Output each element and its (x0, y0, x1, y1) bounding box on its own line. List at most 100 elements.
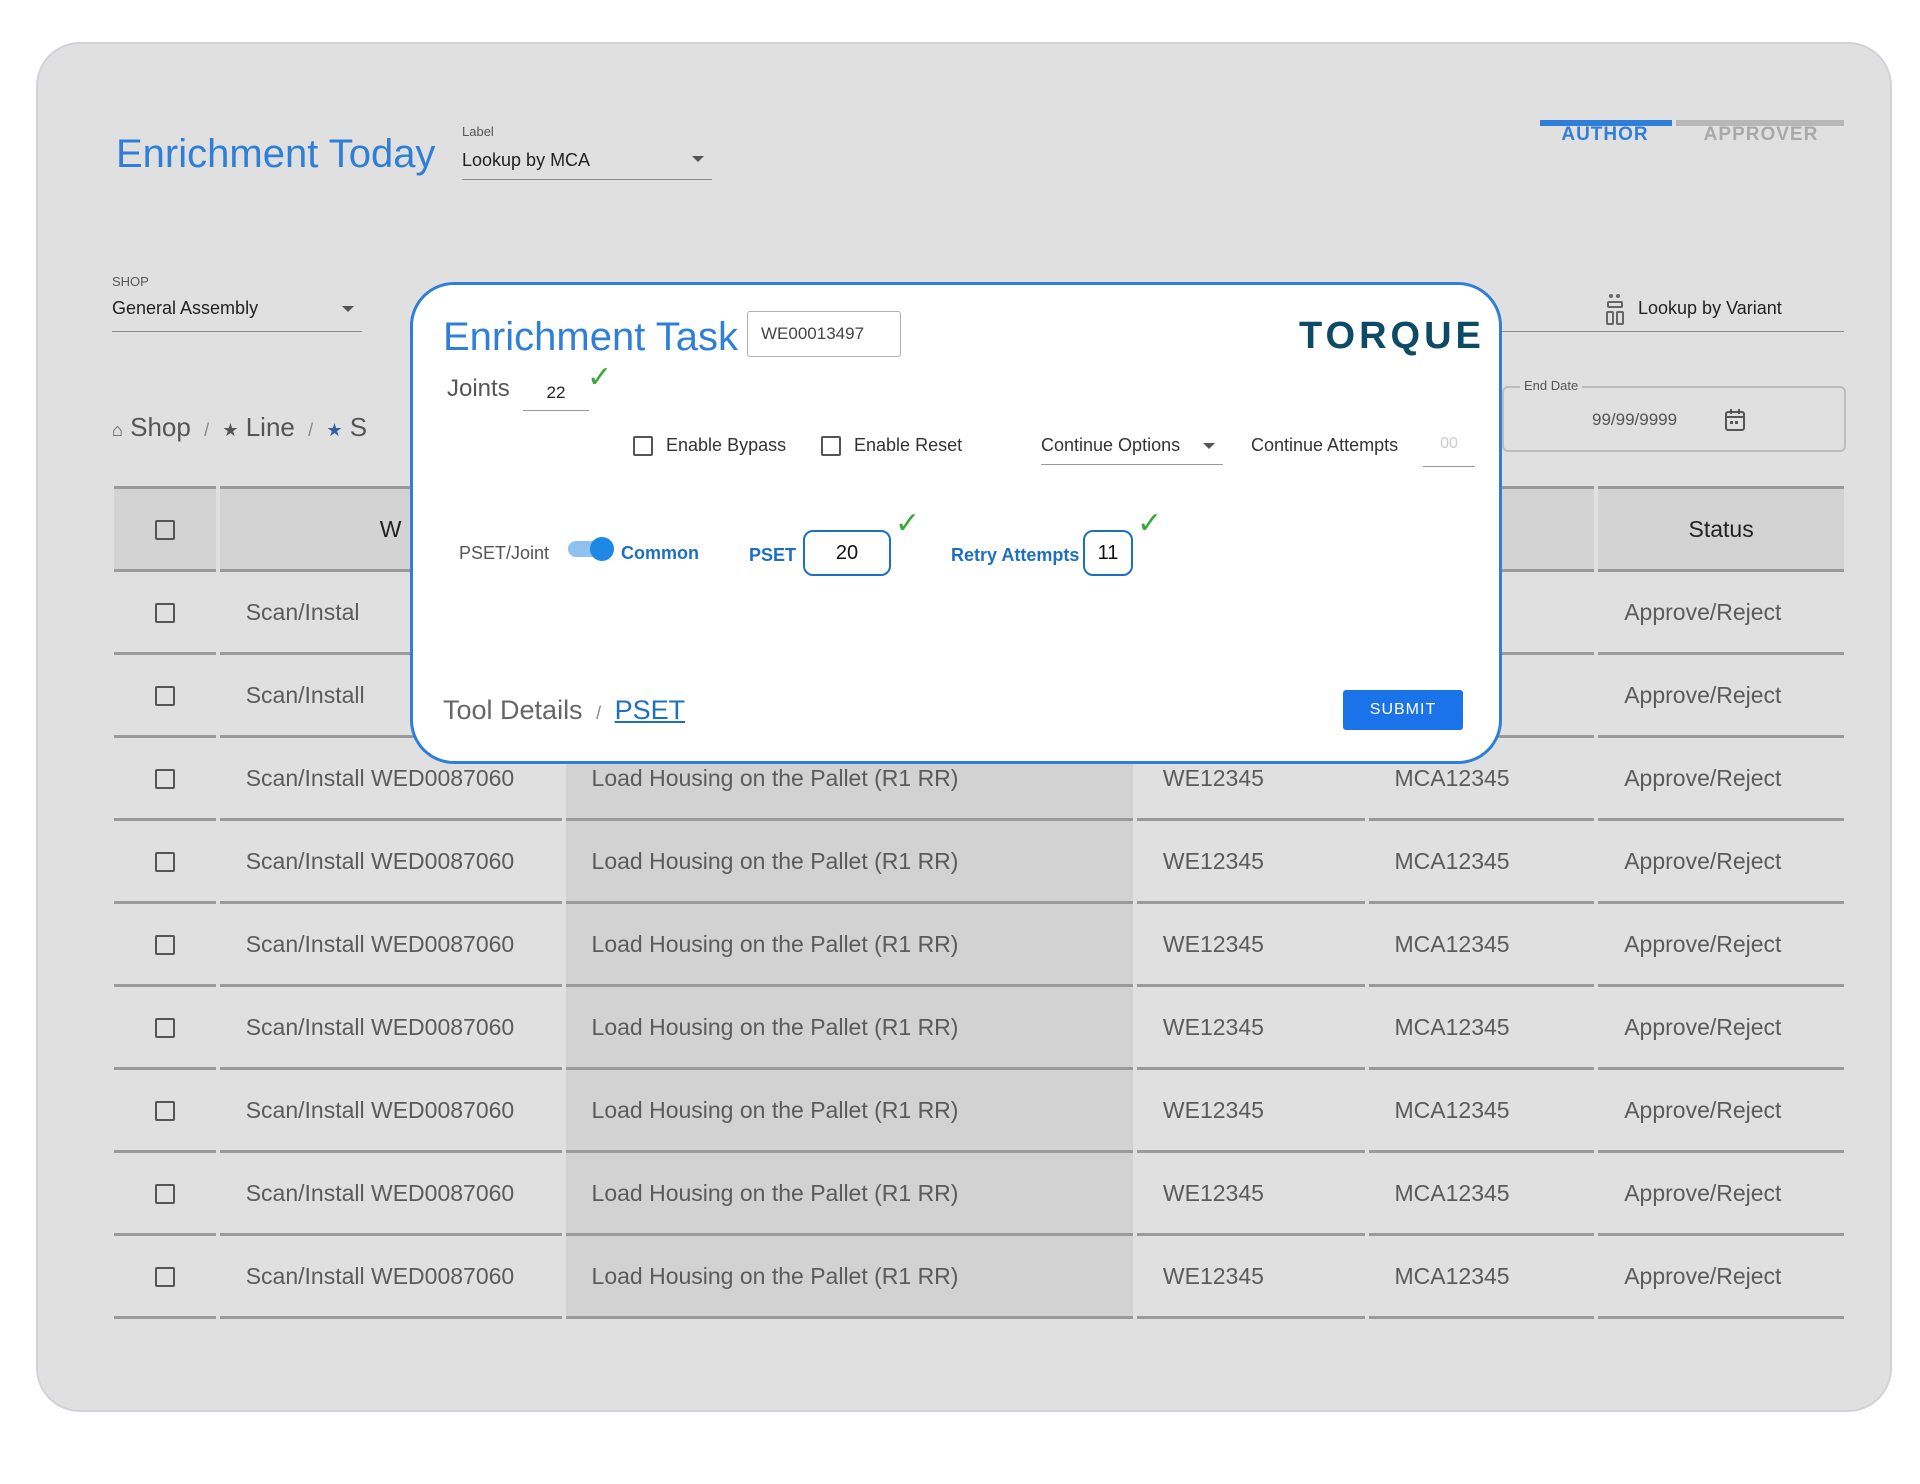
table-row[interactable]: Scan/Install WED0087060 Load Housing on t… (114, 819, 1848, 904)
status-cell[interactable]: Approve/Reject (1596, 1234, 1848, 1319)
breadcrumb-line[interactable]: Line (246, 412, 295, 442)
end-date-label: End Date (1520, 378, 1583, 393)
row-select-cell (114, 1068, 220, 1153)
home-icon: ⌂ (112, 420, 123, 440)
pset-link[interactable]: PSET (615, 695, 686, 725)
operation-cell: Scan/Install WED0087060 (217, 1234, 566, 1319)
enable-reset-option[interactable]: Enable Reset (821, 435, 963, 457)
continue-options-select[interactable]: Continue Options (1041, 423, 1223, 465)
description-cell: Load Housing on the Pallet (R1 RR) (563, 1068, 1137, 1153)
description-cell: Load Housing on the Pallet (R1 RR) (563, 985, 1137, 1070)
label-select-caption: Label (462, 124, 494, 139)
table-row[interactable]: Scan/Install WED0087060 Load Housing on t… (114, 1151, 1848, 1236)
table-row[interactable]: Scan/Install WED0087060 Load Housing on t… (114, 1234, 1848, 1319)
status-cell[interactable]: Approve/Reject (1596, 1151, 1848, 1236)
pset-joint-label: PSET/Joint (459, 543, 550, 563)
continue-attempts-label: Continue Attempts (1251, 435, 1399, 455)
row-select-cell (114, 570, 220, 655)
we-cell: WE12345 (1134, 1234, 1369, 1319)
status-cell[interactable]: Approve/Reject (1596, 736, 1848, 821)
select-all-checkbox[interactable] (154, 520, 175, 541)
operation-cell: Scan/Install WED0087060 (217, 1068, 566, 1153)
status-cell[interactable]: Approve/Reject (1596, 819, 1848, 904)
table-row[interactable]: Scan/Install WED0087060 Load Housing on t… (114, 1068, 1848, 1153)
shop-value: General Assembly (112, 298, 259, 318)
tab-author-indicator (1540, 120, 1672, 126)
row-checkbox[interactable] (154, 852, 175, 873)
joints-label: Joints (447, 375, 510, 402)
toggle-knob (590, 537, 614, 561)
star-icon: ★ (222, 420, 239, 440)
row-checkbox[interactable] (154, 1267, 175, 1288)
submit-button[interactable]: SUBMIT (1343, 690, 1463, 730)
dialog-breadcrumb: Tool Details / PSET (443, 695, 685, 726)
row-checkbox[interactable] (154, 935, 175, 956)
select-all-cell (114, 486, 220, 572)
mca-cell: MCA12345 (1366, 902, 1599, 987)
row-select-cell (114, 902, 220, 987)
retry-attempts-label: Retry Attempts (951, 545, 1080, 565)
tool-details-crumb[interactable]: Tool Details (443, 695, 583, 725)
enable-reset-label: Enable Reset (854, 435, 963, 455)
description-cell: Load Housing on the Pallet (R1 RR) (563, 1234, 1137, 1319)
dialog-title: Enrichment Task (443, 315, 738, 359)
calendar-icon[interactable] (1724, 408, 1746, 432)
check-icon: ✓ (1137, 507, 1163, 540)
continue-attempts-input[interactable]: 00 (1423, 425, 1475, 467)
table-row[interactable]: Scan/Install WED0087060 Load Housing on t… (114, 985, 1848, 1070)
app-window: Enrichment Today Label Lookup by MCA AUT… (36, 42, 1892, 1412)
table-row[interactable]: Scan/Install WED0087060 Load Housing on t… (114, 902, 1848, 987)
description-cell: Load Housing on the Pallet (R1 RR) (563, 902, 1137, 987)
row-checkbox[interactable] (154, 603, 175, 624)
end-date-field[interactable]: End Date 99/99/9999 (1502, 378, 1846, 452)
enable-reset-checkbox[interactable] (821, 436, 841, 457)
mca-cell: MCA12345 (1366, 819, 1599, 904)
variant-icon (1606, 294, 1624, 325)
status-cell[interactable]: Approve/Reject (1596, 1068, 1848, 1153)
row-checkbox[interactable] (154, 1184, 175, 1205)
pset-input[interactable]: 20 (803, 530, 891, 576)
operation-cell: Scan/Install WED0087060 (217, 902, 566, 987)
shop-select[interactable]: SHOP General Assembly (112, 274, 362, 332)
status-cell[interactable]: Approve/Reject (1596, 570, 1848, 655)
row-select-cell (114, 819, 220, 904)
breadcrumb: ⌂ Shop / ★ Line / ★ S (112, 412, 367, 443)
check-icon: ✓ (895, 507, 921, 540)
we-cell: WE12345 (1134, 985, 1369, 1070)
mca-cell: MCA12345 (1366, 1234, 1599, 1319)
joints-input[interactable]: 22 (523, 371, 589, 411)
breadcrumb-shop[interactable]: Shop (130, 412, 191, 442)
we-cell: WE12345 (1134, 902, 1369, 987)
description-cell: Load Housing on the Pallet (R1 RR) (563, 819, 1137, 904)
variant-lookup-value: Lookup by Variant (1638, 298, 1782, 318)
column-header-status[interactable]: Status (1596, 486, 1848, 572)
chevron-down-icon (1203, 443, 1215, 449)
label-select[interactable]: Label Lookup by MCA (462, 124, 712, 180)
row-checkbox[interactable] (154, 686, 175, 707)
row-select-cell (114, 985, 220, 1070)
operation-cell: Scan/Install WED0087060 (217, 1151, 566, 1236)
status-cell[interactable]: Approve/Reject (1596, 902, 1848, 987)
star-icon: ★ (326, 420, 343, 440)
breadcrumb-station[interactable]: S (350, 412, 367, 442)
status-cell[interactable]: Approve/Reject (1596, 985, 1848, 1070)
toggle-label: Common (621, 543, 699, 563)
breadcrumb-separator: / (308, 420, 314, 440)
we-cell: WE12345 (1134, 1068, 1369, 1153)
variant-lookup-select[interactable]: Lookup by Variant (1594, 274, 1844, 332)
description-cell: Load Housing on the Pallet (R1 RR) (563, 1151, 1137, 1236)
shop-caption: SHOP (112, 274, 149, 289)
pset-joint-toggle[interactable] (568, 537, 614, 561)
continue-options-value: Continue Options (1041, 435, 1181, 455)
row-checkbox[interactable] (154, 1101, 175, 1122)
mca-cell: MCA12345 (1366, 1151, 1599, 1236)
enable-bypass-checkbox[interactable] (633, 436, 653, 457)
page-title: Enrichment Today (116, 132, 436, 176)
row-checkbox[interactable] (154, 769, 175, 790)
row-checkbox[interactable] (154, 1018, 175, 1039)
retry-attempts-input[interactable]: 11 (1083, 530, 1133, 576)
status-cell[interactable]: Approve/Reject (1596, 653, 1848, 738)
mca-cell: MCA12345 (1366, 1068, 1599, 1153)
enable-bypass-option[interactable]: Enable Bypass (633, 435, 786, 457)
task-id-field[interactable]: WE00013497 (747, 311, 901, 357)
